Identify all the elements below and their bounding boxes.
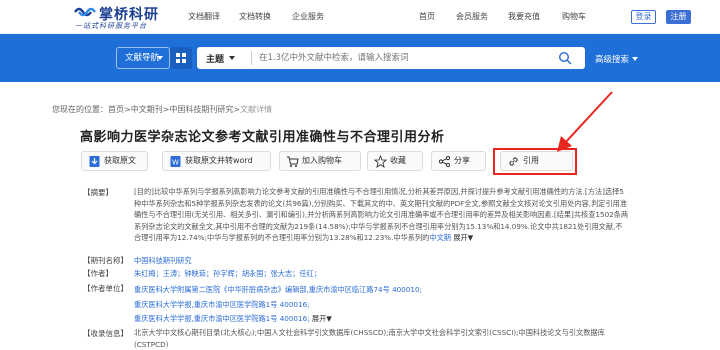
register-button[interactable]: 注册 (666, 10, 691, 24)
get-fulltext-button[interactable]: 获取原文 (81, 151, 148, 171)
nav-doc-translate[interactable]: 文档翻译 (188, 11, 220, 22)
affiliation-expand-toggle[interactable]: 展开▼ (312, 314, 332, 323)
nav-cart[interactable]: 购物车 (562, 11, 586, 22)
breadcrumb-journals[interactable]: 中文期刊 (131, 105, 163, 114)
share-label: 分享 (454, 156, 470, 165)
login-button[interactable]: 登录 (631, 10, 656, 24)
breadcrumb-prefix: 您现在的位置： (52, 105, 108, 114)
breadcrumb-home[interactable]: 首页 (108, 105, 124, 114)
search-icon[interactable] (558, 51, 572, 65)
top-navbar: 掌桥科研 一站式科研服务平台 文档翻译 文档转换 企业服务 首页 会员服务 我要… (0, 0, 720, 34)
breadcrumb-current: 文献详情 (240, 105, 273, 114)
search-input[interactable] (259, 50, 549, 66)
journal-label: 【期刊名称】 (83, 256, 128, 265)
add-to-cart-label: 加入购物车 (302, 156, 342, 165)
chevron-down-icon (157, 56, 163, 60)
get-fulltext-word-label: 获取原文并转word (185, 156, 253, 165)
affiliation-list: 重庆医科大学附属第二医院《中华肝脏病杂志》编辑部,重庆市渝中区临江路74号 40… (134, 283, 629, 327)
affiliation-item[interactable]: 重庆医科大学学报,重庆市渝中区医学院路1号 400016; (134, 314, 310, 323)
nav-enterprise[interactable]: 企业服务 (292, 11, 324, 22)
breadcrumb: 您现在的位置：首页>中文期刊>中国科技期刊研究>文献详情 (52, 105, 273, 114)
grid-menu-icon[interactable] (170, 47, 192, 69)
journal-link[interactable]: 中国科技期刊研究 (134, 255, 629, 267)
abstract-body: [目的]比较中华系列与学报系列高影响力论文参考文献的引用准确性与不合理引用情况,… (134, 187, 629, 242)
chevron-down-icon (229, 56, 236, 60)
get-fulltext-label: 获取原文 (104, 156, 136, 165)
red-arrow-annotation (557, 91, 613, 152)
add-to-cart-button[interactable]: 加入购物车 (279, 151, 361, 171)
brand-logo[interactable]: 掌桥科研 一站式科研服务平台 (73, 5, 183, 31)
nav-home[interactable]: 首页 (419, 11, 435, 22)
favorite-button[interactable]: 收藏 (367, 151, 423, 171)
abstract-label: 【摘要】 (83, 188, 113, 197)
page-title: 高影响力医学杂志论文参考文献引用准确性与不合理引用分析 (80, 130, 445, 145)
favorite-label: 收藏 (390, 156, 406, 165)
logo-icon (74, 7, 96, 17)
word-doc-icon: W (170, 156, 181, 167)
advanced-search-label: 高级搜索 (595, 55, 630, 65)
cart-icon (287, 156, 299, 167)
abstract-text: [目的]比较中华系列与学报系列高影响力论文参考文献的引用准确性与不合理引用情况,… (134, 186, 629, 244)
get-fulltext-word-button[interactable]: W 获取原文并转word (162, 151, 271, 171)
search-field-label: 主题 (206, 55, 225, 65)
breadcrumb-journal[interactable]: 中国科技期刊研究 (169, 105, 233, 114)
nav-doc-convert[interactable]: 文档转换 (239, 11, 271, 22)
divider (251, 51, 252, 65)
search-band: 文献导航 主题 高级搜索 (0, 34, 720, 82)
authors-list[interactable]: 朱红梅；王涛；钟映茹；孙字辉；胡永国；张大志；任红； (134, 268, 629, 280)
share-button[interactable]: 分享 (431, 151, 486, 171)
star-icon (374, 155, 387, 168)
nav-recharge[interactable]: 我要充值 (508, 11, 540, 22)
index-info: 北京大学中文核心期刊目录(北大核心);中国人文社会科学引文数据库(CHSSCD)… (134, 328, 605, 349)
index-label: 【收录信息】 (83, 329, 128, 338)
literature-nav-dropdown[interactable]: 文献导航 (116, 47, 170, 69)
abstract-journal-link[interactable]: 中文期 (429, 233, 451, 242)
advanced-search-link[interactable]: 高级搜索 (595, 53, 639, 65)
affiliation-item[interactable]: 重庆医科大学学报,重庆市渝中区医学院路1号 400016; (134, 298, 629, 313)
abstract-expand-toggle[interactable]: 展开▼ (453, 233, 473, 242)
affiliation-item[interactable]: 重庆医科大学附属第二医院《中华肝脏病杂志》编辑部,重庆市渝中区临江路74号 40… (134, 283, 629, 298)
chevron-down-icon (632, 57, 639, 61)
affiliation-label: 【作者单位】 (83, 284, 128, 293)
download-icon (89, 156, 100, 167)
search-field-selector[interactable]: 主题 (206, 52, 236, 65)
svg-text:W: W (172, 159, 179, 167)
search-box: 主题 (197, 47, 585, 69)
share-icon (438, 155, 451, 168)
authors-label: 【作者】 (83, 269, 113, 278)
literature-nav-label: 文献导航 (125, 53, 160, 63)
brand-slogan: 一站式科研服务平台 (75, 22, 147, 30)
nav-membership[interactable]: 会员服务 (456, 11, 488, 22)
